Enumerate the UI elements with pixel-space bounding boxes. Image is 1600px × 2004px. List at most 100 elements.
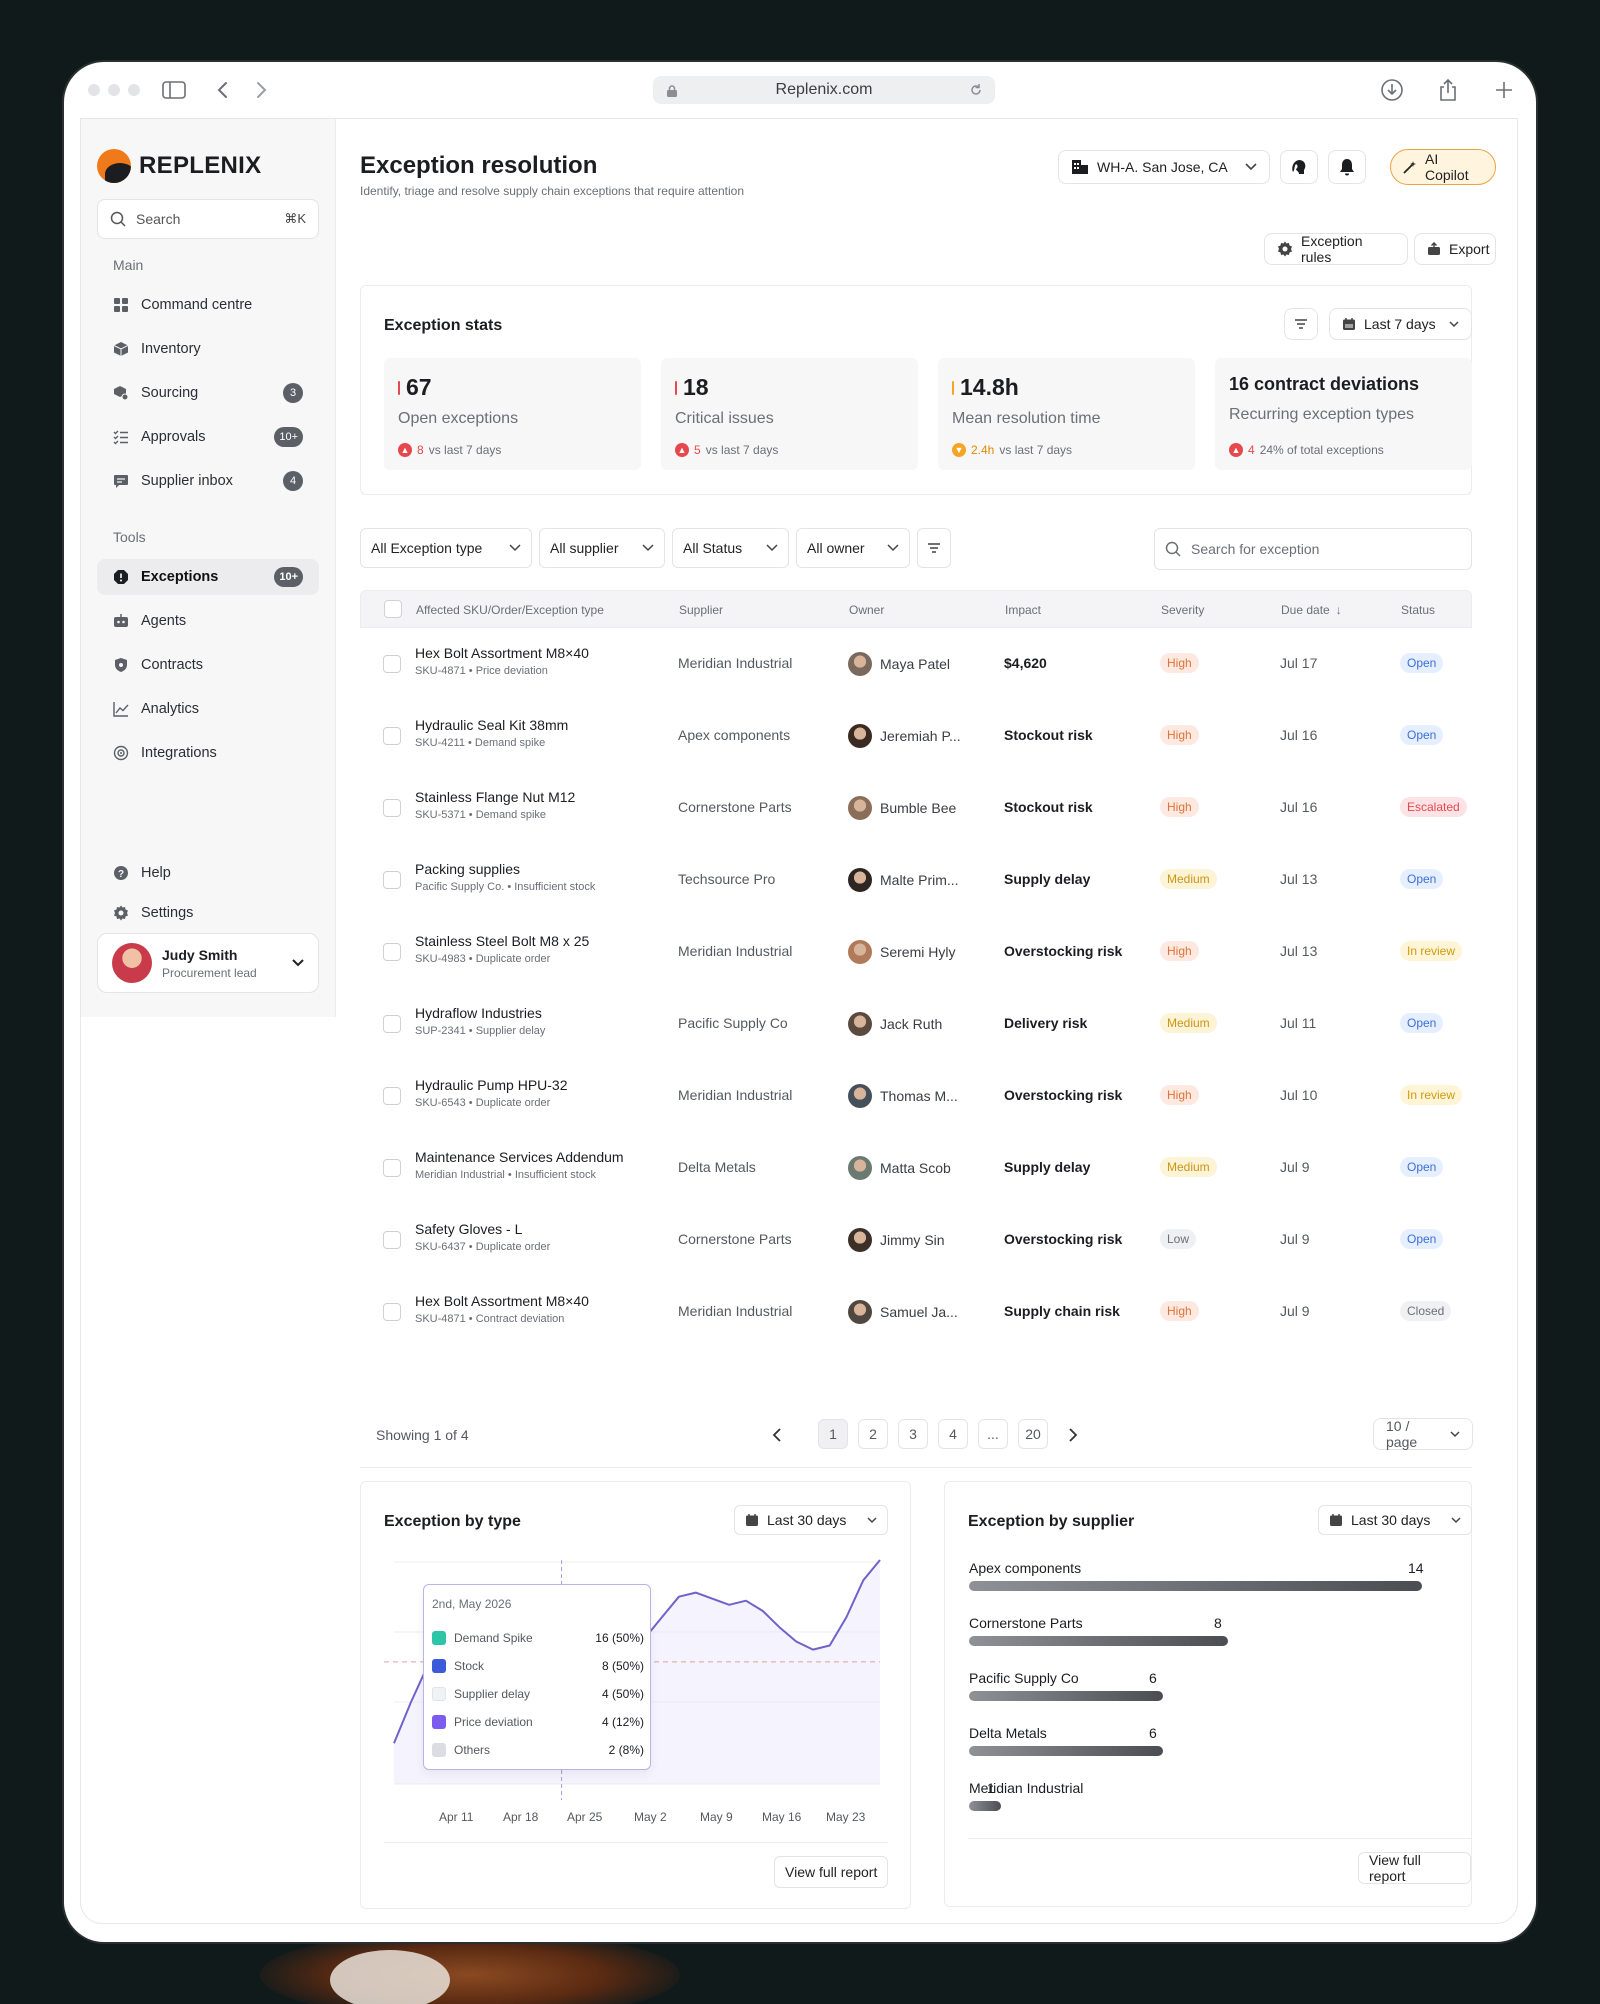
sidebar-item-command-centre[interactable]: Command centre [97,287,319,323]
sidebar-item-agents[interactable]: Agents [97,603,319,639]
row-checkbox[interactable] [383,943,401,961]
sidebar-item-supplier-inbox[interactable]: Supplier inbox 4 [97,463,319,499]
maximize-dot[interactable] [128,84,140,96]
brand-logo[interactable]: REPLENIX [97,149,261,183]
col-severity[interactable]: Severity [1161,603,1204,617]
view-full-report-button[interactable]: View full report [774,1856,889,1888]
row-checkbox[interactable] [383,871,401,889]
exception-search-input[interactable]: Search for exception [1154,528,1472,570]
stats-period-select[interactable]: Last 7 days [1329,308,1472,340]
chevron-down-icon[interactable] [292,959,304,967]
table-row[interactable]: Stainless Flange Nut M12 SKU-5371 • Deman… [360,772,1472,844]
notifications-button[interactable] [1328,150,1366,184]
agent-button[interactable] [1280,150,1318,184]
download-icon[interactable] [1378,76,1406,104]
col-item[interactable]: Affected SKU/Order/Exception type [416,603,604,617]
user-profile[interactable]: Judy Smith Procurement lead [97,933,319,993]
owner-filter[interactable]: All owner [796,528,910,568]
col-impact[interactable]: Impact [1005,603,1041,617]
col-supplier[interactable]: Supplier [679,603,723,617]
row-checkbox[interactable] [383,799,401,817]
supplier-bar-row[interactable]: Delta Metals 6 [969,1725,1424,1779]
owner-cell: Jeremiah P... [848,724,961,748]
table-row[interactable]: Stainless Steel Bolt M8 x 25 SKU-4983 • D… [360,916,1472,988]
row-checkbox[interactable] [383,1231,401,1249]
exception-rules-button[interactable]: Exception rules [1264,233,1408,265]
sidebar-item-analytics[interactable]: Analytics [97,691,319,727]
table-row[interactable]: Hydraflow Industries SUP-2341 • Supplier … [360,988,1472,1060]
page-button[interactable]: 3 [898,1419,928,1449]
forward-icon[interactable] [248,76,276,104]
filter-button[interactable] [1284,308,1318,340]
table-row[interactable]: Safety Gloves - L SKU-6437 • Duplicate or… [360,1204,1472,1276]
sidebar-toggle-icon[interactable] [160,76,188,104]
page-button[interactable]: 20 [1018,1419,1048,1449]
page-button[interactable]: 1 [818,1419,848,1449]
ai-copilot-button[interactable]: AI Copilot [1390,149,1496,185]
page-ellipsis: ... [978,1419,1008,1449]
view-full-report-button[interactable]: View full report [1358,1852,1471,1884]
owner-cell: Malte Prim... [848,868,959,892]
by-supplier-period-select[interactable]: Last 30 days [1318,1505,1472,1535]
col-due-date[interactable]: Due date ↓ [1281,603,1342,617]
row-checkbox[interactable] [383,1159,401,1177]
due-date-cell: Jul 10 [1280,1087,1318,1103]
supplier-cell: Apex components [678,727,791,743]
table-row[interactable]: Hex Bolt Assortment M8×40 SKU-4871 • Pric… [360,628,1472,700]
brand-name: REPLENIX [139,152,262,179]
user-role: Procurement lead [162,965,257,980]
sidebar-item-help[interactable]: ? Help [97,855,319,891]
minimize-dot[interactable] [108,84,120,96]
page-button[interactable]: 2 [858,1419,888,1449]
export-button[interactable]: Export [1414,233,1496,265]
share-icon[interactable] [1434,76,1462,104]
x-tick-label: Apr 11 [439,1810,474,1824]
sidebar-item-settings[interactable]: Settings [97,895,319,931]
new-tab-icon[interactable] [1490,76,1518,104]
next-page-icon[interactable] [1068,1427,1078,1448]
row-checkbox[interactable] [383,1303,401,1321]
sidebar-item-exceptions[interactable]: Exceptions 10+ [97,559,319,595]
row-checkbox[interactable] [383,727,401,745]
status-filter[interactable]: All Status [672,528,789,568]
supplier-bar-row[interactable]: Apex components 14 [969,1560,1424,1614]
sidebar-search[interactable]: Search ⌘K [97,199,319,239]
supplier-bar-row[interactable]: Cornerstone Parts 8 [969,1615,1424,1669]
table-row[interactable]: Packing supplies Pacific Supply Co. • Ins… [360,844,1472,916]
chart-line-icon [113,701,129,717]
col-status[interactable]: Status [1401,603,1435,617]
sidebar-item-sourcing[interactable]: Sourcing 3 [97,375,319,411]
per-page-select[interactable]: 10 / page [1373,1418,1473,1450]
table-row[interactable]: Hex Bolt Assortment M8×40 SKU-4871 • Cont… [360,1276,1472,1348]
shield-icon [113,657,129,673]
supplier-bar [969,1581,1422,1591]
close-dot[interactable] [88,84,100,96]
supplier-bar-row[interactable]: Meridian Industrial 1 [969,1780,1424,1834]
page-button[interactable]: 4 [938,1419,968,1449]
sidebar-item-approvals[interactable]: Approvals 10+ [97,419,319,455]
item-cell: Hydraulic Pump HPU-32 SKU-6543 • Duplicat… [415,1077,568,1109]
exception-type-filter[interactable]: All Exception type [360,528,532,568]
accent-bar [675,380,677,395]
row-checkbox[interactable] [383,655,401,673]
item-cell: Maintenance Services Addendum Meridian In… [415,1149,624,1181]
select-all-checkbox[interactable] [384,600,402,618]
table-row[interactable]: Hydraulic Seal Kit 38mm SKU-4211 • Demand… [360,700,1472,772]
sidebar-item-integrations[interactable]: Integrations [97,735,319,771]
col-owner[interactable]: Owner [849,603,884,617]
row-checkbox[interactable] [383,1087,401,1105]
warehouse-select[interactable]: WH-A. San Jose, CA [1058,150,1270,184]
back-icon[interactable] [208,76,236,104]
row-checkbox[interactable] [383,1015,401,1033]
address-bar[interactable]: Replenix.com [653,76,995,104]
sidebar-item-contracts[interactable]: Contracts [97,647,319,683]
table-row[interactable]: Hydraulic Pump HPU-32 SKU-6543 • Duplicat… [360,1060,1472,1132]
supplier-bar-row[interactable]: Pacific Supply Co 6 [969,1670,1424,1724]
more-filters-button[interactable] [917,528,951,568]
table-row[interactable]: Maintenance Services Addendum Meridian In… [360,1132,1472,1204]
chevron-down-icon [509,544,521,552]
reload-icon[interactable] [969,83,983,102]
supplier-filter[interactable]: All supplier [539,528,665,568]
prev-page-icon[interactable] [772,1427,782,1448]
sidebar-item-inventory[interactable]: Inventory [97,331,319,367]
